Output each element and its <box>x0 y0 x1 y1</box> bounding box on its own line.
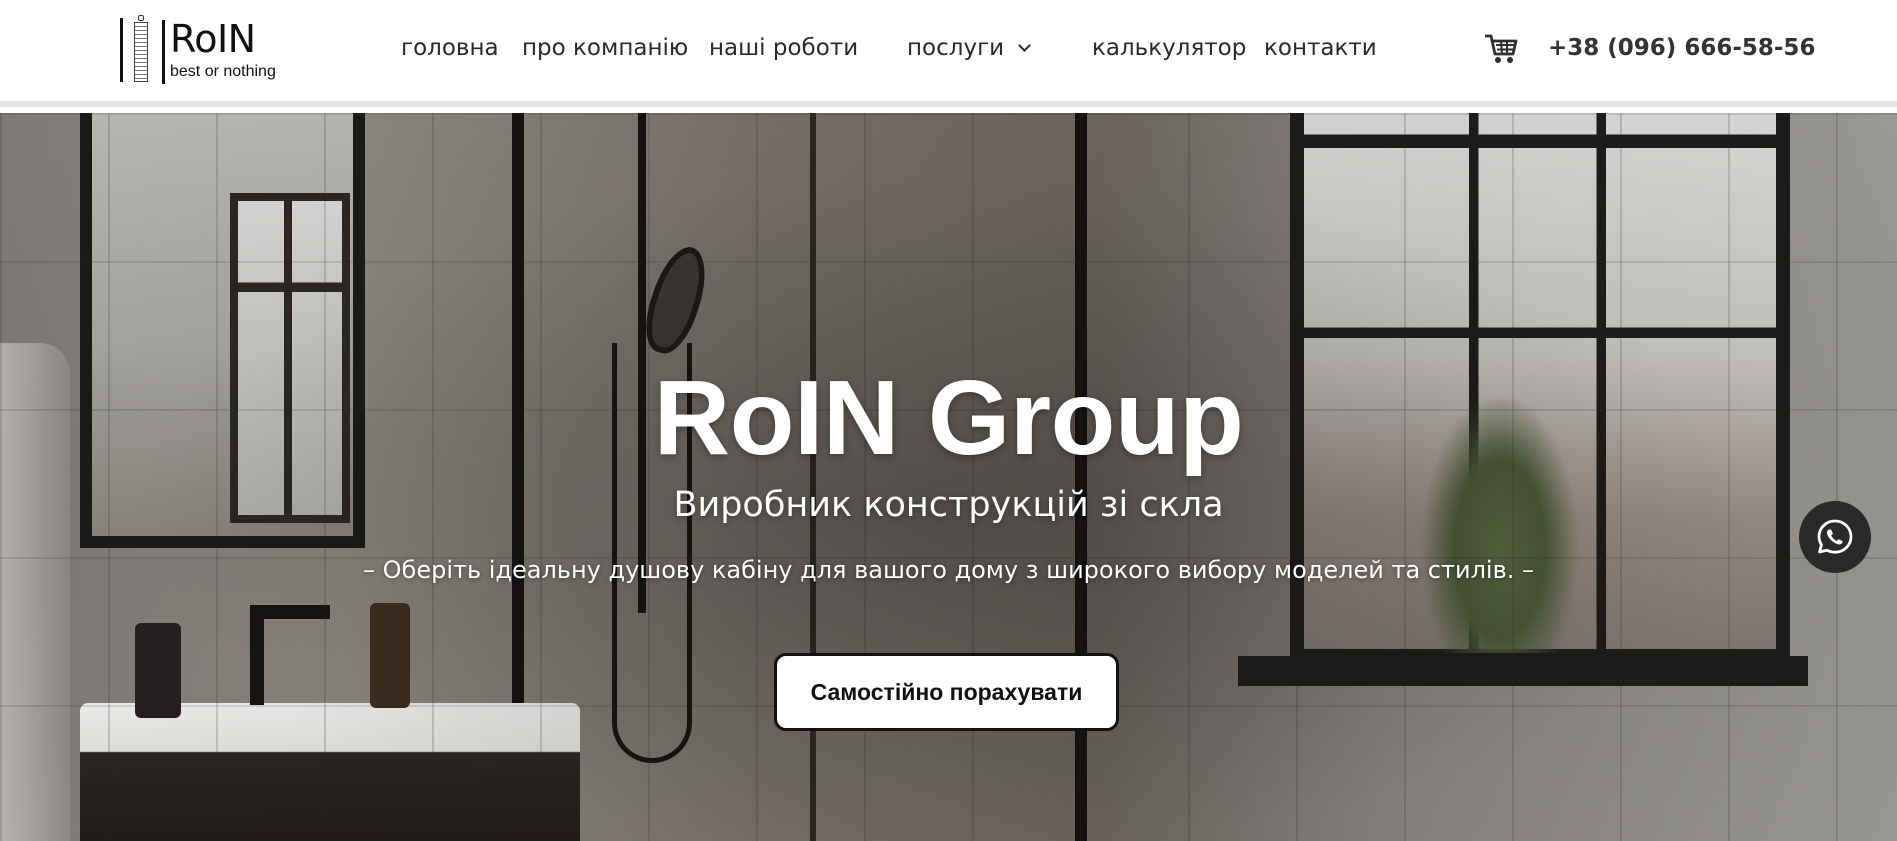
cart-icon[interactable] <box>1484 33 1518 65</box>
nav-item-calculator[interactable]: калькулятор <box>1092 35 1246 61</box>
chevron-down-icon <box>1018 39 1031 52</box>
logo[interactable]: RoIN best or nothing <box>118 14 308 86</box>
phone-link[interactable]: +38 (096) 666-58-56 <box>1548 35 1815 61</box>
hero-title: RoIN Group <box>653 359 1244 477</box>
site-header: RoIN best or nothing головна про компані… <box>0 0 1897 107</box>
nav-item-home[interactable]: головна <box>401 35 499 61</box>
hero-content: RoIN Group Виробник конструкцій зі скла … <box>0 113 1897 841</box>
nav-item-services-label: послуги <box>907 35 1005 61</box>
nav-item-contacts[interactable]: контакти <box>1264 35 1377 61</box>
nav-item-about[interactable]: про компанію <box>522 35 688 61</box>
whatsapp-icon[interactable] <box>1799 501 1871 573</box>
hero-description: – Оберіть ідеальну душову кабіну для ваш… <box>363 556 1534 584</box>
nav-item-works[interactable]: наші роботи <box>709 35 858 61</box>
logo-tagline: best or nothing <box>170 63 276 80</box>
hero-subtitle: Виробник конструкцій зі скла <box>673 485 1224 525</box>
shower-cabin-logo-icon <box>118 14 166 86</box>
nav-item-services[interactable]: послуги <box>907 35 1031 61</box>
calculate-button[interactable]: Самостійно порахувати <box>774 653 1119 731</box>
logo-name: RoIN <box>170 17 256 61</box>
